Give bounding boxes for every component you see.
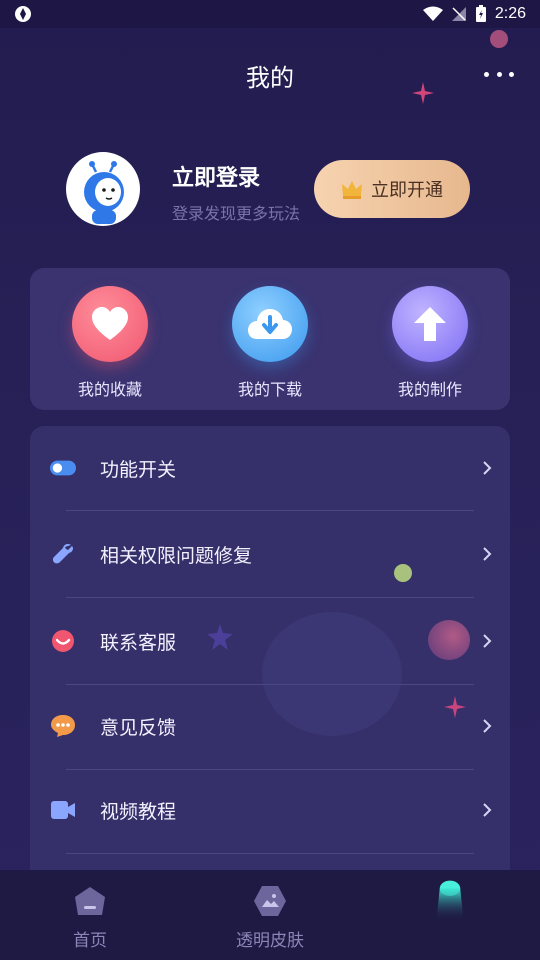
nav-tab-transparent-skin[interactable]: 透明皮肤 — [210, 884, 330, 951]
feedback-icon — [50, 713, 76, 739]
menu-item-permission-fix[interactable]: 相关权限问题修复 — [30, 512, 510, 596]
chevron-right-icon — [483, 719, 492, 733]
menu-item-feature-switch[interactable]: 功能开关 — [30, 426, 510, 510]
nav-tab-label: 首页 — [73, 931, 107, 951]
chevron-right-icon — [483, 547, 492, 561]
more-dot-icon — [496, 71, 502, 77]
chevron-right-icon — [483, 634, 492, 648]
wifi-icon — [422, 6, 443, 21]
skin-icon — [253, 884, 287, 918]
app-status-icon — [15, 6, 31, 22]
cloud-download-icon — [248, 309, 292, 339]
status-bar: 2:26 — [0, 0, 540, 28]
crown-icon — [342, 181, 362, 199]
chevron-right-icon — [483, 461, 492, 475]
vip-activate-button[interactable]: 立即开通 — [314, 160, 470, 218]
quick-action-label: 我的下载 — [237, 380, 302, 399]
video-icon — [50, 797, 76, 823]
wrench-icon — [50, 541, 76, 567]
quick-action-downloads[interactable]: 我的下载 — [210, 286, 330, 400]
quick-action-label: 我的收藏 — [77, 380, 142, 399]
login-title[interactable]: 立即登录 — [172, 160, 260, 192]
quick-action-label: 我的制作 — [397, 380, 462, 399]
nav-tab-home[interactable]: 首页 — [30, 884, 150, 951]
menu-item-customer-service[interactable]: 联系客服 — [30, 599, 510, 683]
status-time: 2:26 — [494, 5, 526, 22]
quick-actions-card: 我的收藏 我的下载 我的制作 — [30, 268, 510, 410]
decor-dot — [490, 30, 508, 48]
home-icon — [73, 884, 107, 918]
more-dot-icon — [509, 71, 514, 77]
avatar[interactable] — [66, 152, 140, 226]
menu-item-label: 功能开关 — [100, 458, 177, 481]
menu-item-video-tutorial[interactable]: 视频教程 — [30, 768, 510, 852]
nav-tab-label: 透明皮肤 — [236, 931, 304, 951]
quick-action-favorites[interactable]: 我的收藏 — [50, 286, 170, 400]
menu-item-label: 相关权限问题修复 — [100, 544, 253, 567]
battery-icon — [475, 5, 486, 22]
quick-action-creations[interactable]: 我的制作 — [370, 286, 490, 400]
login-subtitle: 登录发现更多玩法 — [172, 204, 301, 223]
menu-divider — [66, 853, 474, 854]
more-options-button[interactable] — [484, 62, 514, 86]
menu-item-label: 意见反馈 — [100, 716, 177, 739]
robot-avatar-icon — [68, 154, 138, 224]
menu-divider — [66, 597, 474, 598]
menu-item-label: 视频教程 — [100, 800, 177, 823]
nav-tab-mine[interactable] — [390, 880, 510, 926]
toggle-icon — [50, 455, 76, 481]
signal-off-icon — [451, 7, 466, 21]
bottom-navigation: 首页 透明皮肤 — [0, 870, 540, 960]
mine-glow-icon — [433, 880, 467, 921]
page-title: 我的 — [246, 64, 294, 92]
customer-service-icon — [50, 628, 76, 654]
menu-item-feedback[interactable]: 意见反馈 — [30, 684, 510, 768]
menu-item-label: 联系客服 — [100, 631, 177, 654]
more-dot-icon — [484, 71, 489, 77]
vip-button-label: 立即开通 — [371, 180, 443, 201]
heart-icon — [92, 307, 128, 340]
menu-divider — [66, 510, 474, 511]
downloads-circle — [232, 286, 308, 362]
sparkle-icon — [412, 82, 434, 104]
creations-circle — [392, 286, 468, 362]
chevron-right-icon — [483, 803, 492, 817]
favorites-circle — [72, 286, 148, 362]
upload-arrow-icon — [414, 307, 446, 341]
settings-menu-card: 功能开关 相关权限问题修复 联系客服 意见反馈 视频教程 — [30, 426, 510, 886]
